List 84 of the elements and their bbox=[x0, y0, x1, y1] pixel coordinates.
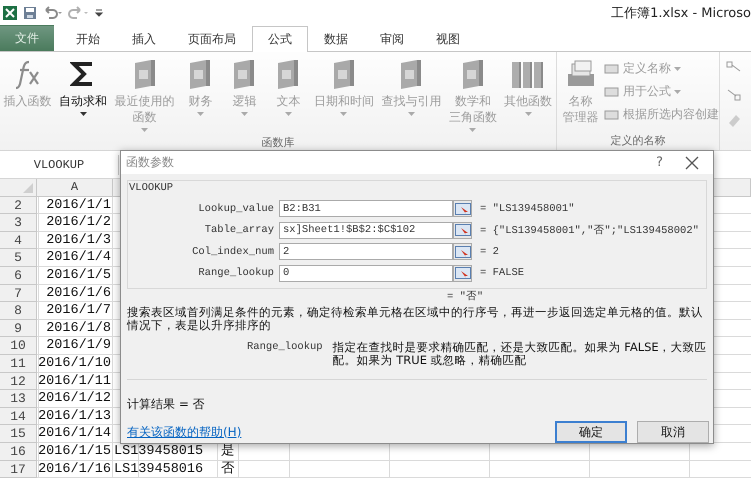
table-cell: 2016/1/1 bbox=[46, 198, 111, 213]
argument-field[interactable]: 2 bbox=[279, 243, 453, 260]
ribbon-tab[interactable]: 公式 bbox=[252, 26, 308, 52]
collapse-dialog-button[interactable] bbox=[453, 200, 472, 218]
table-cell: 2016/1/14 bbox=[38, 426, 111, 442]
range-select-icon bbox=[454, 246, 470, 258]
function-description: 搜索表区域首列满足条件的元素，确定待检索单元格在区域中的行序号，再进一步返回选定单元格的值。默认情况下，表是以升序排序的 bbox=[127, 306, 704, 332]
row-header[interactable]: 2 bbox=[0, 196, 37, 214]
row-header[interactable]: 14 bbox=[0, 408, 37, 426]
collapse-dialog-button[interactable] bbox=[453, 243, 472, 260]
ribbon-tab[interactable]: 审阅 bbox=[364, 26, 420, 51]
window-title: 工作簿1.xlsx - Microso bbox=[611, 4, 751, 22]
label-icon bbox=[604, 62, 620, 76]
formula-result: = "否" bbox=[447, 291, 484, 304]
name-box[interactable]: VLOOKUP bbox=[0, 154, 119, 174]
group-label: 函数库 bbox=[260, 135, 296, 151]
table-cell: 否 bbox=[221, 462, 235, 476]
label-icon bbox=[604, 84, 620, 98]
ribbon-tab[interactable]: 插入 bbox=[116, 26, 172, 51]
row-header[interactable]: 11 bbox=[0, 354, 37, 373]
ribbon-tab[interactable]: 页面布局 bbox=[172, 26, 252, 51]
ok-button[interactable]: 确定 bbox=[555, 421, 627, 443]
ribbon-tab[interactable]: 数据 bbox=[308, 26, 364, 51]
dialog-title: 函数参数 bbox=[126, 154, 174, 171]
row-header[interactable]: 10 bbox=[0, 337, 37, 355]
table-cell: 2016/1/8 bbox=[46, 320, 111, 336]
parameter-description: 指定在查找时是要求精确匹配，还是大致匹配。如果为 FALSE，大致匹配。如果为 TRUE 或忽略，精确匹配 bbox=[332, 341, 707, 367]
collapse-dialog-button[interactable] bbox=[453, 222, 472, 239]
table-cell: 2016/1/16 bbox=[38, 462, 111, 476]
column-header[interactable]: A bbox=[37, 179, 113, 197]
range-select-icon bbox=[454, 202, 470, 215]
collapse-dialog-button[interactable] bbox=[453, 264, 472, 282]
table-cell: 2016/1/3 bbox=[46, 232, 111, 248]
argument-label: Lookup_value bbox=[197, 202, 275, 215]
ribbon-tab[interactable]: 视图 bbox=[420, 26, 476, 51]
ribbon-tab[interactable]: 开始 bbox=[60, 26, 116, 51]
argument-result: = 2 bbox=[480, 246, 499, 258]
argument-label: Range_lookup bbox=[197, 267, 275, 280]
ribbon-button[interactable]: 自动求和 bbox=[55, 58, 111, 135]
table-cell: 2016/1/4 bbox=[46, 250, 111, 266]
table-cell: LS139458016 bbox=[114, 462, 204, 476]
table-cell: 2016/1/11 bbox=[38, 374, 111, 389]
row-header[interactable]: 12 bbox=[0, 372, 37, 390]
table-cell: 2016/1/10 bbox=[38, 356, 111, 371]
label-icon bbox=[604, 108, 620, 122]
range-select-icon bbox=[454, 267, 470, 280]
argument-result: = FALSE bbox=[480, 267, 524, 280]
row-header[interactable]: 13 bbox=[0, 390, 37, 408]
table-cell: 2016/1/7 bbox=[46, 303, 111, 318]
row-header[interactable]: 7 bbox=[0, 284, 37, 302]
argument-label: Col_index_num bbox=[191, 246, 275, 258]
table-cell: 2016/1/5 bbox=[46, 268, 111, 283]
row-header[interactable]: 15 bbox=[0, 425, 37, 443]
table-cell: 2016/1/2 bbox=[46, 215, 111, 230]
table-cell: 2016/1/9 bbox=[46, 338, 111, 354]
help-button[interactable]: ? bbox=[656, 155, 663, 170]
close-icon[interactable] bbox=[685, 156, 699, 170]
row-header[interactable]: 8 bbox=[0, 302, 37, 320]
row-header[interactable]: 6 bbox=[0, 266, 37, 285]
row-header[interactable]: 3 bbox=[0, 214, 37, 232]
parameter-name: Range_lookup bbox=[247, 341, 323, 355]
cancel-button[interactable]: 取消 bbox=[637, 421, 709, 443]
row-header[interactable]: 4 bbox=[0, 232, 37, 250]
argument-field[interactable]: 0 bbox=[279, 264, 453, 282]
argument-field[interactable]: B2:B31 bbox=[279, 200, 453, 218]
save-icon[interactable] bbox=[22, 4, 38, 20]
argument-result: = {"LS139458001","否";"LS139458002" bbox=[480, 224, 699, 238]
table-cell: 2016/1/13 bbox=[38, 408, 111, 424]
range-select-icon bbox=[454, 224, 470, 236]
table-cell: 2016/1/15 bbox=[38, 444, 111, 459]
table-cell: 2016/1/12 bbox=[38, 391, 111, 406]
row-header[interactable]: 5 bbox=[0, 249, 37, 267]
row-header[interactable]: 17 bbox=[0, 460, 37, 478]
calculation-result: 计算结果 = 否 bbox=[127, 396, 206, 413]
argument-field[interactable]: sx]Sheet1!$B$2:$C$102 bbox=[279, 222, 453, 239]
row-header[interactable]: 9 bbox=[0, 320, 37, 338]
help-link[interactable]: 有关该函数的帮助(H) bbox=[127, 424, 242, 440]
argument-label: Table_array bbox=[204, 224, 275, 236]
group-label: 定义的名称 bbox=[610, 133, 666, 149]
table-cell: LS139458015 bbox=[114, 444, 204, 459]
row-header[interactable]: 16 bbox=[0, 442, 37, 460]
table-cell: 2016/1/6 bbox=[46, 286, 111, 301]
argument-result: = "LS139458001" bbox=[480, 202, 575, 215]
function-name: VLOOKUP bbox=[129, 182, 174, 194]
